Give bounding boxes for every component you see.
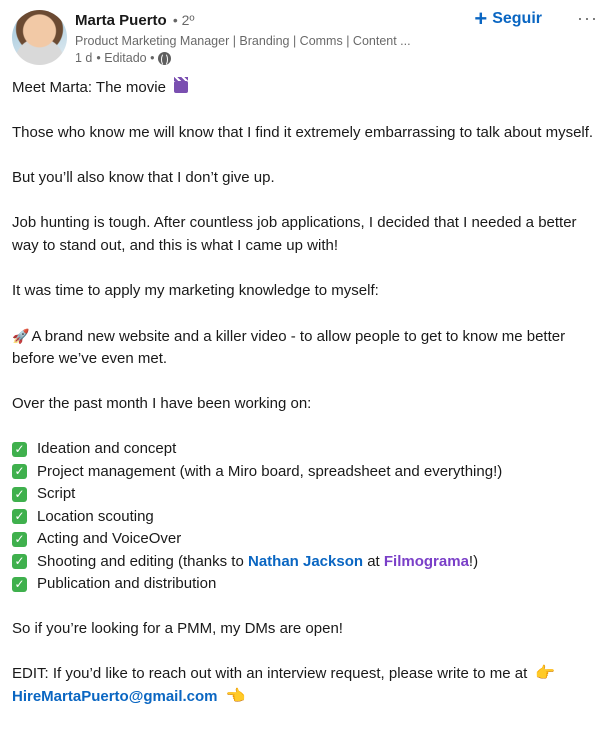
checklist-text: Shooting and editing (thanks to Nathan J… [37, 551, 478, 574]
checklist-text: Publication and distribution [37, 575, 217, 592]
connection-degree: • 2º [172, 12, 195, 28]
globe-icon [158, 51, 172, 66]
check-mark-icon: ✓ [12, 509, 27, 525]
paragraph-4: It was time to apply my marketing knowle… [12, 281, 379, 299]
shooting-at: at [363, 552, 384, 570]
shooting-prefix: Shooting and editing (thanks to [37, 552, 248, 570]
edited-label: • Editado • [96, 51, 155, 65]
pointing-hand-icon: 👉 [535, 665, 556, 682]
checklist-item: ✓ Location scouting [12, 506, 602, 529]
checklist-item: ✓ Acting and VoiceOver [12, 528, 602, 551]
plus-icon: + [474, 6, 488, 31]
paragraph-6: Over the past month I have been working … [12, 395, 312, 412]
checklist-item: ✓ Shooting and editing (thanks to Nathan… [12, 551, 602, 574]
check-mark-icon: ✓ [12, 554, 27, 570]
checklist-item: ✓ Publication and distribution [12, 573, 602, 596]
checklist-item: ✓ Ideation and concept [12, 438, 602, 461]
checklist-text: Ideation and concept [37, 440, 177, 457]
post-header: Marta Puerto • 2º Product Marketing Mana… [12, 6, 602, 70]
post-time: 1 d [75, 51, 93, 65]
edit-text: EDIT: If you’d like to reach out with an… [12, 665, 528, 682]
checklist-text: Script [37, 485, 76, 502]
author-avatar[interactable] [12, 10, 67, 65]
author-headline[interactable]: Product Marketing Manager | Branding | C… [75, 34, 411, 48]
paragraph-7: So if you’re looking for a PMM, my DMs a… [12, 620, 343, 637]
post-title-line: Meet Marta: The movie [12, 77, 602, 100]
author-name[interactable]: Marta Puerto [75, 12, 167, 29]
paragraph-5-line: 🚀 A brand new website and a killer video … [12, 325, 602, 371]
paragraph-2: But you’ll also know that I don’t give u… [12, 169, 275, 186]
clapper-board-icon [174, 77, 189, 93]
check-mark-icon: ✓ [12, 441, 27, 457]
post-meta: 1 d • Editado • [75, 51, 172, 66]
checklist-text: Project management (with a Miro board, s… [37, 462, 503, 480]
post-title: Meet Marta: The movie [12, 79, 166, 96]
check-mark-icon: ✓ [12, 464, 27, 480]
checklist-text: Location scouting [37, 507, 154, 525]
checklist-item: ✓ Script [12, 483, 602, 506]
company-link[interactable]: Filmograma [384, 553, 469, 570]
edit-line: EDIT: If you’d like to reach out with an… [12, 663, 602, 686]
shooting-suffix: !) [468, 552, 479, 570]
feed-post: Marta Puerto • 2º Product Marketing Mana… [0, 0, 612, 737]
author-name-line: Marta Puerto • 2º [75, 12, 195, 29]
mention-link[interactable]: Nathan Jackson [248, 553, 363, 570]
paragraph-5: A brand new website and a killer video -… [12, 327, 566, 368]
email-link[interactable]: HireMartaPuerto@gmail.com [12, 688, 218, 705]
checklist-item: ✓ Project management (with a Miro board, … [12, 461, 602, 484]
email-line: HireMartaPuerto@gmail.com 👈 [12, 686, 602, 709]
paragraph-1: Those who know me will know that I find … [12, 124, 594, 141]
checklist-text: Acting and VoiceOver [37, 530, 182, 547]
pointing-hand-icon: 👈 [225, 687, 246, 705]
follow-label: Seguir [492, 10, 542, 27]
check-mark-icon: ✓ [12, 576, 27, 592]
paragraph-3: Job hunting is tough. After countless jo… [12, 214, 577, 254]
follow-button[interactable]: + Seguir [474, 6, 542, 31]
rocket-icon: 🚀 [12, 327, 30, 344]
check-mark-icon: ✓ [12, 531, 27, 547]
check-mark-icon: ✓ [12, 486, 27, 502]
post-body: Meet Marta: The movie Those who know me … [12, 77, 602, 708]
more-options-button[interactable]: ··· [577, 8, 598, 29]
